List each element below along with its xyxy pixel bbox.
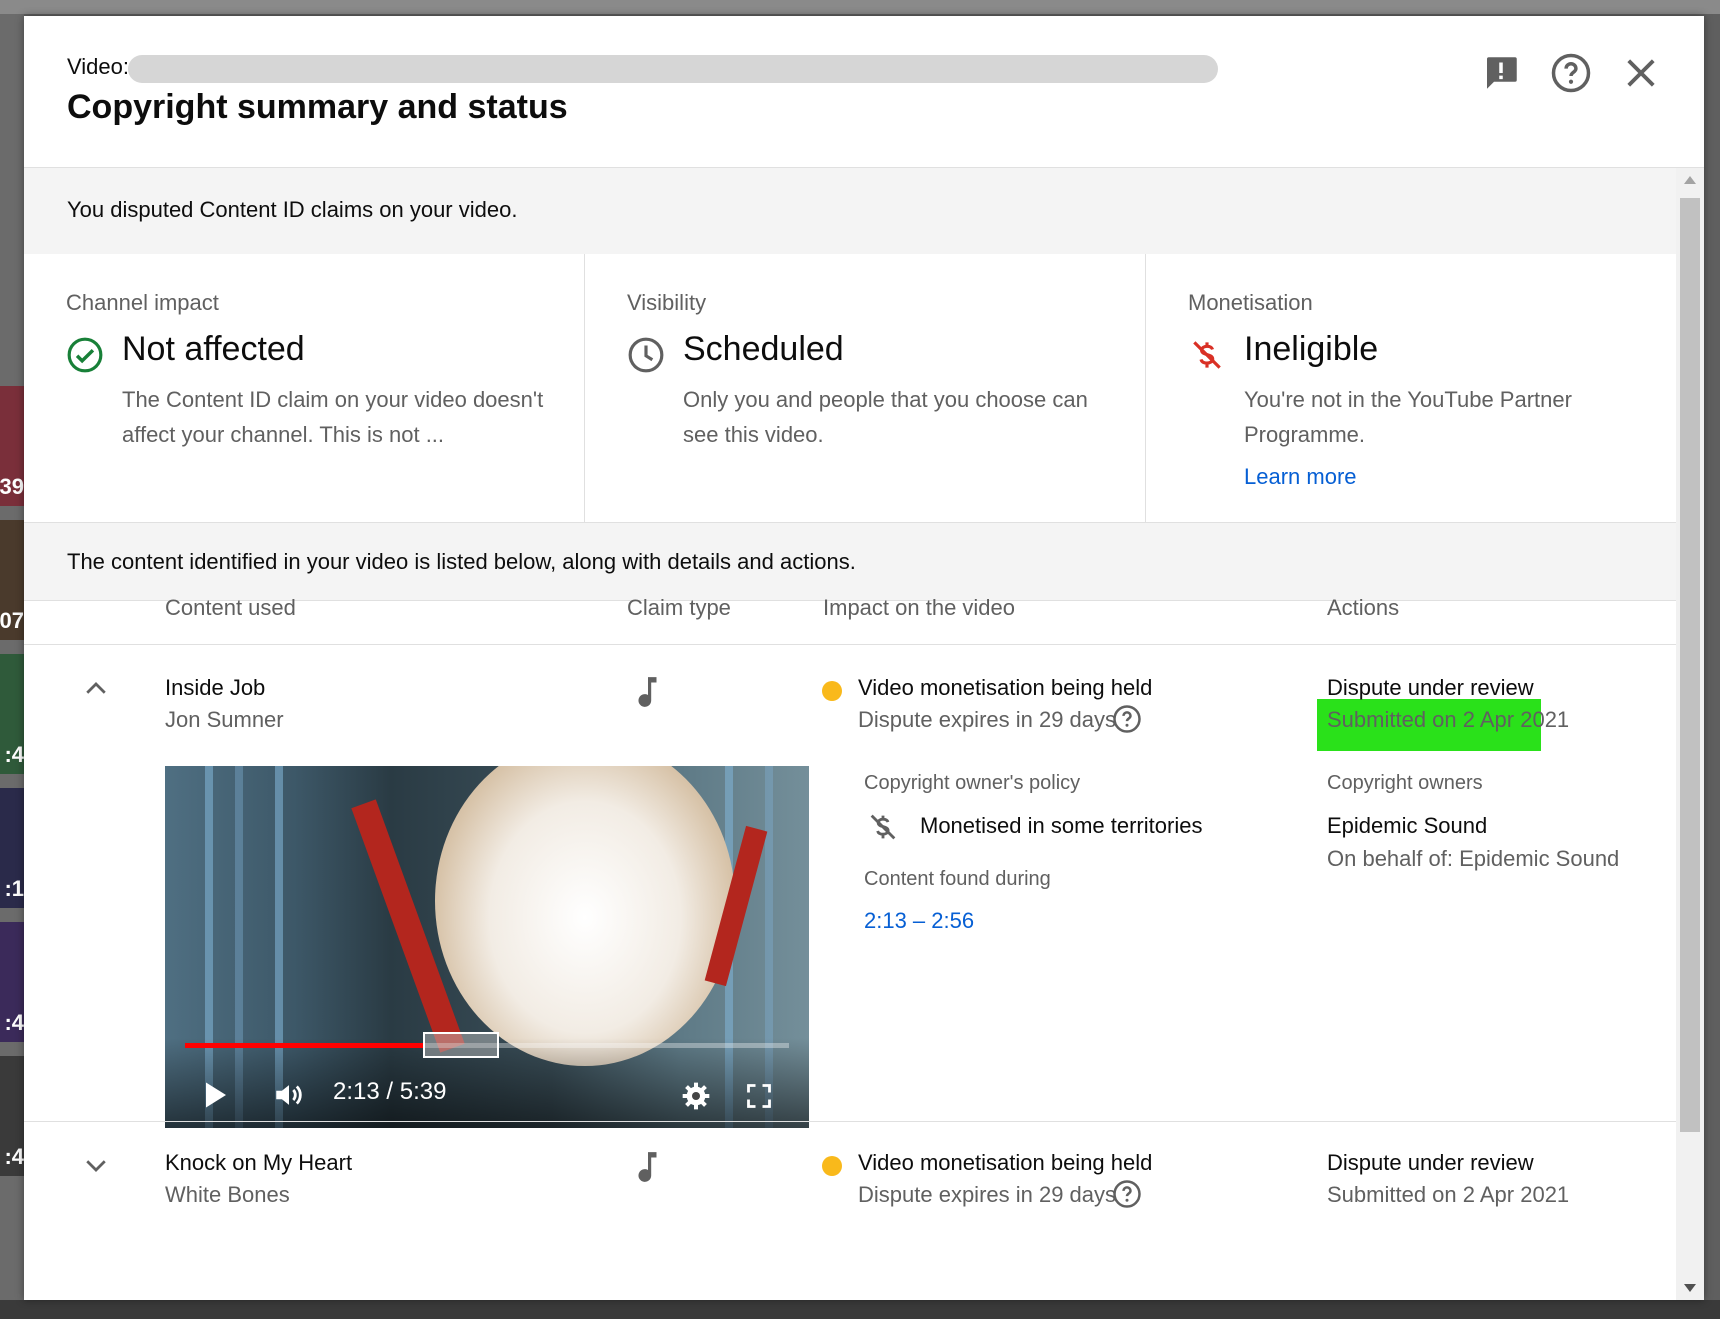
card-monetisation: Monetisation Ineligible You're not in th…	[1146, 254, 1676, 522]
pending-status-dot	[822, 1156, 842, 1176]
chevron-down-icon[interactable]	[81, 1150, 111, 1180]
background-topbar	[0, 0, 1720, 14]
card-label: Visibility	[627, 290, 707, 315]
found-label: Content found during	[864, 868, 1051, 890]
column-header-claim-type: Claim type	[627, 595, 731, 620]
volume-icon[interactable]	[271, 1078, 307, 1112]
scroll-up-arrow-icon[interactable]	[1684, 176, 1696, 184]
card-status: Ineligible	[1244, 330, 1379, 368]
impact-subtext: Dispute expires in 29 days	[858, 707, 1117, 732]
found-timestamp-link[interactable]: 2:13 – 2:56	[864, 908, 974, 934]
background-thumbnail: :4	[0, 922, 24, 1042]
column-header-actions: Actions	[1327, 595, 1400, 620]
scrollbar[interactable]	[1676, 168, 1704, 1300]
background-thumbnail: :4	[0, 654, 24, 774]
impact-text: Video monetisation being held	[858, 675, 1153, 700]
play-icon[interactable]	[203, 1080, 229, 1110]
learn-more-link[interactable]: Learn more	[1244, 464, 1357, 490]
music-note-icon	[638, 677, 657, 707]
action-status[interactable]: Dispute under review	[1327, 675, 1534, 701]
no-dollar-icon	[1193, 341, 1221, 369]
clock-icon	[628, 337, 664, 373]
settings-gear-icon[interactable]	[680, 1080, 712, 1112]
divider	[24, 644, 1676, 645]
summary-banner: You disputed Content ID claims on your v…	[24, 168, 1676, 255]
video-label: Video:	[67, 54, 129, 79]
action-status[interactable]: Dispute under review	[1327, 1150, 1534, 1176]
owners-label: Copyright owners	[1327, 772, 1483, 794]
card-description: Only you and people that you choose can …	[683, 387, 1088, 447]
help-icon[interactable]	[1112, 1179, 1142, 1209]
help-icon[interactable]	[1550, 52, 1592, 94]
hamster-image	[435, 766, 735, 1066]
check-circle-icon	[67, 337, 103, 373]
background-thumbnail: :1	[0, 788, 24, 908]
action-subtext: Submitted on 2 Apr 2021	[1327, 707, 1570, 732]
video-title-redacted	[128, 55, 1218, 83]
card-description: The Content ID claim on your video doesn…	[122, 387, 544, 447]
divider	[24, 1121, 1676, 1122]
content-artist: White Bones	[165, 1182, 290, 1207]
close-icon[interactable]	[1620, 52, 1662, 94]
card-description: You're not in the YouTube Partner Progra…	[1244, 387, 1572, 447]
card-visibility: Visibility Scheduled Only you and people…	[585, 254, 1146, 522]
column-header-impact: Impact on the video	[823, 595, 1016, 620]
background-bottom	[0, 1300, 1720, 1319]
card-status: Scheduled	[683, 330, 844, 368]
progress-played	[185, 1043, 424, 1048]
owner-name: Epidemic Sound	[1327, 813, 1488, 838]
impact-cards: Channel impact Not affected The Content …	[24, 254, 1676, 523]
dialog-title: Copyright summary and status	[67, 88, 568, 126]
scrollbar-thumb[interactable]	[1680, 198, 1700, 1132]
content-intro-text: The content identified in your video is …	[67, 549, 856, 574]
background-thumbnail: :4	[0, 1056, 24, 1176]
background-thumbnail: :07	[0, 520, 24, 640]
impact-text: Video monetisation being held	[858, 1150, 1153, 1175]
player-timecode: 2:13 / 5:39	[333, 1078, 447, 1105]
content-intro-banner: The content identified in your video is …	[24, 523, 1676, 601]
feedback-icon[interactable]	[1480, 52, 1522, 94]
policy-value: Monetised in some territories	[920, 813, 1203, 838]
help-icon[interactable]	[1112, 704, 1142, 734]
owner-on-behalf: On behalf of: Epidemic Sound	[1327, 846, 1620, 871]
fullscreen-icon[interactable]	[745, 1082, 773, 1110]
card-label: Channel impact	[66, 290, 219, 315]
column-header-content: Content used	[165, 595, 296, 620]
music-note-icon	[638, 1152, 657, 1182]
video-player[interactable]: 2:13 / 5:39	[165, 766, 809, 1128]
card-status: Not affected	[122, 330, 305, 368]
summary-text: You disputed Content ID claims on your v…	[67, 197, 518, 222]
dialog-content: You disputed Content ID claims on your v…	[24, 168, 1676, 1300]
pending-status-dot	[822, 681, 842, 701]
scrub-preview[interactable]	[423, 1032, 499, 1058]
policy-label: Copyright owner's policy	[864, 772, 1081, 794]
dialog-header: Video: Copyright summary and status	[24, 16, 1704, 168]
content-title[interactable]: Knock on My Heart	[165, 1150, 352, 1176]
background-sidebar: :39 :07 :4 :1 :4 :4	[0, 14, 24, 1319]
card-label: Monetisation	[1188, 290, 1313, 315]
content-artist: Jon Sumner	[165, 707, 284, 732]
background-thumbnail: :39	[0, 386, 24, 506]
card-channel-impact: Channel impact Not affected The Content …	[24, 254, 585, 522]
action-subtext: Submitted on 2 Apr 2021	[1327, 1182, 1570, 1207]
impact-subtext: Dispute expires in 29 days	[858, 1182, 1117, 1207]
copyright-dialog: Video: Copyright summary and status You …	[24, 16, 1704, 1300]
no-dollar-icon	[870, 814, 896, 840]
content-title[interactable]: Inside Job	[165, 675, 265, 701]
chevron-up-icon[interactable]	[81, 674, 111, 704]
scroll-down-arrow-icon[interactable]	[1684, 1284, 1696, 1292]
